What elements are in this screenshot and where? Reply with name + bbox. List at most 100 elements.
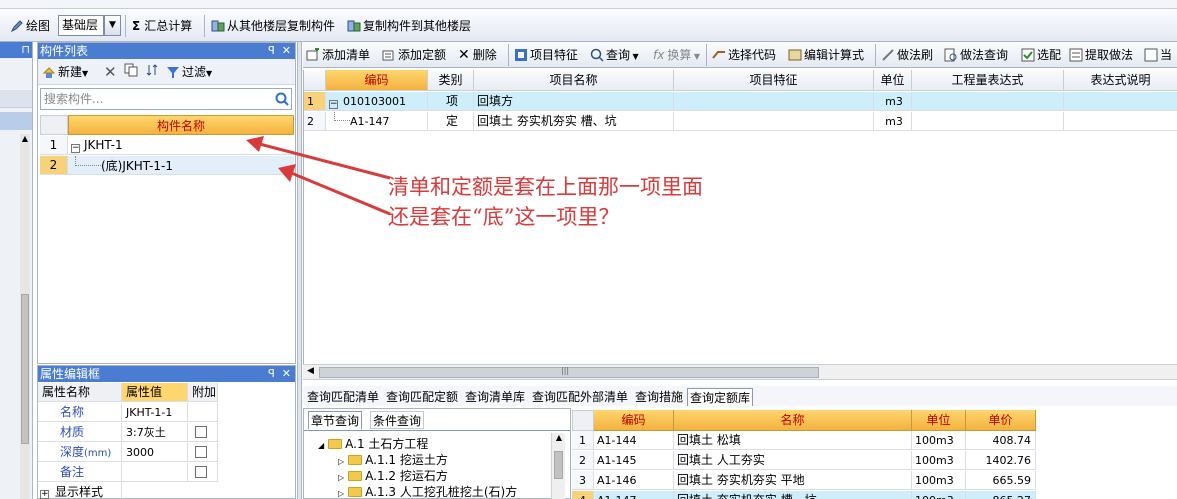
expanded-arrow-icon: ◢ xyxy=(318,441,325,450)
cell-expression[interactable] xyxy=(912,92,1064,111)
quota-code[interactable]: A1-144 xyxy=(594,431,674,450)
quota-unit[interactable]: 100m3 xyxy=(912,451,966,470)
main-grid-hscrollbar[interactable]: ◀ ||| xyxy=(303,364,1177,380)
search-icon[interactable] xyxy=(275,92,289,109)
cell-code[interactable]: −010103001 xyxy=(326,92,428,111)
quota-price[interactable]: 408.74 xyxy=(966,431,1036,450)
sort-icon[interactable] xyxy=(146,63,160,81)
cell-unit[interactable]: m3 xyxy=(874,112,912,131)
convert-button[interactable]: fx 换算 ▼ xyxy=(653,46,700,64)
tree-node[interactable]: ▷ A.1.3 人工挖孔桩挖土(石)方 xyxy=(338,484,517,499)
scroll-thumb[interactable] xyxy=(554,451,563,479)
cell-code[interactable]: A1-147 xyxy=(326,112,428,131)
quota-code[interactable]: A1-147 xyxy=(594,491,674,499)
copy-icon[interactable] xyxy=(124,63,140,81)
prop-value-note[interactable] xyxy=(122,463,188,482)
prop-value-material[interactable]: 3:7灰土 xyxy=(122,423,188,442)
quota-price[interactable]: 1402.76 xyxy=(966,451,1036,470)
item-feature-button[interactable]: 项目特征 xyxy=(514,46,578,64)
cell-feature[interactable] xyxy=(674,112,874,131)
panel-splitter[interactable] xyxy=(297,42,302,499)
tree-node[interactable]: ▷ A.1.2 挖运石方 xyxy=(338,468,448,484)
cell-expr-desc[interactable] xyxy=(1064,112,1177,131)
quota-unit[interactable]: 100m3 xyxy=(912,431,966,450)
method-brush-button[interactable]: 做法刷 xyxy=(881,46,933,64)
tab-match-bill[interactable]: 查询匹配清单 xyxy=(305,388,381,406)
collapsed-arrow-icon: ▷ xyxy=(338,473,345,482)
quota-code[interactable]: A1-145 xyxy=(594,451,674,470)
copy-from-other-floor-button[interactable]: 从其他楼层复制构件 xyxy=(211,16,335,36)
quota-price[interactable]: 865.27 xyxy=(966,491,1036,499)
current-button[interactable]: 当 xyxy=(1144,46,1172,64)
quota-name[interactable]: 回填土 松填 xyxy=(674,431,912,450)
tree-node[interactable]: ▷ A.1.1 挖运土方 xyxy=(338,452,448,468)
quota-price[interactable]: 665.59 xyxy=(966,471,1036,490)
expand-icon[interactable]: + xyxy=(40,490,49,499)
component-search-input[interactable]: 搜索构件... xyxy=(40,88,292,110)
cell-name[interactable]: 回填方 xyxy=(474,92,674,111)
cell-unit[interactable]: m3 xyxy=(874,92,912,111)
extract-method-button[interactable]: 提取做法 xyxy=(1069,46,1133,64)
cell-expr-desc[interactable] xyxy=(1064,92,1177,111)
checkbox[interactable] xyxy=(195,426,207,438)
tab-measures[interactable]: 查询措施 xyxy=(633,388,685,406)
tree-connector xyxy=(75,156,101,166)
pin-icon[interactable]: ⊓ xyxy=(21,42,30,58)
quota-name[interactable]: 回填土 人工夯实 xyxy=(674,451,912,470)
sum-calc-button[interactable]: Σ 汇总计算 xyxy=(132,16,192,36)
tree-node[interactable]: ◢ A.1 土石方工程 xyxy=(318,436,428,452)
checkbox[interactable] xyxy=(195,446,207,458)
cell-feature[interactable] xyxy=(674,92,874,111)
query-tabs: 查询匹配清单 查询匹配定额 查询清单库 查询匹配外部清单 查询措施 查询定额库 xyxy=(303,386,1177,406)
quota-col-header-code: 编码 xyxy=(594,410,674,431)
select-match-button[interactable]: 选配 xyxy=(1021,46,1061,64)
quota-name[interactable]: 回填土 夯实机夯实 平地 xyxy=(674,471,912,490)
panel-pin-close-icons[interactable]: ꟼ ✕ xyxy=(268,366,291,382)
tab-bill-library[interactable]: 查询清单库 xyxy=(463,388,527,406)
scroll-left-icon[interactable]: ◀ xyxy=(307,366,314,376)
col-header-code: 编码 xyxy=(326,70,428,91)
select-code-button[interactable]: 选择代码 xyxy=(712,46,776,64)
left-scrollbar[interactable]: ▲ xyxy=(20,134,30,499)
collapse-icon[interactable]: − xyxy=(71,144,80,153)
scroll-up-icon[interactable]: ▲ xyxy=(20,134,30,143)
component-toolbar: 新建▼ ✕ 过滤▼ xyxy=(38,59,295,85)
cell-expression[interactable] xyxy=(912,112,1064,131)
tab-chapter-query[interactable]: 章节查询 xyxy=(308,411,363,429)
query-button[interactable]: 查询 ▼ xyxy=(590,46,639,64)
cell-type[interactable]: 项 xyxy=(428,92,474,111)
method-query-button[interactable]: 做法查询 xyxy=(944,46,1008,64)
floor-select[interactable]: 基础层 xyxy=(58,15,104,36)
collapse-icon[interactable]: − xyxy=(329,100,338,109)
panel-pin-close-icons[interactable]: ꟼ ✕ xyxy=(268,43,291,59)
add-quota-button[interactable]: 添加定额 xyxy=(382,46,446,64)
prop-group-display[interactable]: + 显示样式 xyxy=(38,483,122,499)
filter-button[interactable]: 过滤▼ xyxy=(166,63,212,81)
cell-name[interactable]: 回填土 夯实机夯实 槽、坑 xyxy=(474,112,674,131)
prop-value-name[interactable]: JKHT-1-1 xyxy=(122,403,188,422)
cell-type[interactable]: 定 xyxy=(428,112,474,131)
quota-unit[interactable]: 100m3 xyxy=(912,471,966,490)
quota-code[interactable]: A1-146 xyxy=(594,471,674,490)
tree-scrollbar[interactable]: ▲ xyxy=(551,433,565,499)
chevron-down-icon[interactable]: ▼ xyxy=(104,15,121,36)
tab-condition-query[interactable]: 条件查询 xyxy=(370,411,425,429)
prop-value-depth[interactable]: 3000 xyxy=(122,443,188,462)
edit-formula-button[interactable]: 编辑计算式 xyxy=(788,46,864,64)
draw-button[interactable]: 绘图 xyxy=(10,16,50,36)
tab-quota-library-active[interactable]: 查询定额库 xyxy=(687,388,754,406)
col-header-name: 项目名称 xyxy=(474,70,674,91)
delete-icon[interactable]: ✕ xyxy=(104,63,117,81)
scroll-up-icon[interactable]: ▲ xyxy=(552,433,566,442)
checkbox[interactable] xyxy=(195,466,207,478)
tab-match-external-bill[interactable]: 查询匹配外部清单 xyxy=(530,388,630,406)
quota-col-header-unit: 单位 xyxy=(912,410,966,431)
tab-match-quota[interactable]: 查询匹配定额 xyxy=(384,388,460,406)
delete-button[interactable]: ✕ 删除 xyxy=(458,46,497,64)
add-bill-button[interactable]: 添加清单 xyxy=(306,46,370,64)
quota-unit[interactable]: 100m3 xyxy=(912,491,966,499)
copy-to-other-floor-button[interactable]: 复制构件到其他楼层 xyxy=(347,16,471,36)
funnel-icon xyxy=(166,65,180,79)
new-component-button[interactable]: 新建▼ xyxy=(42,63,88,81)
quota-name[interactable]: 回填土 夯实机夯实 槽、坑 xyxy=(674,491,912,499)
